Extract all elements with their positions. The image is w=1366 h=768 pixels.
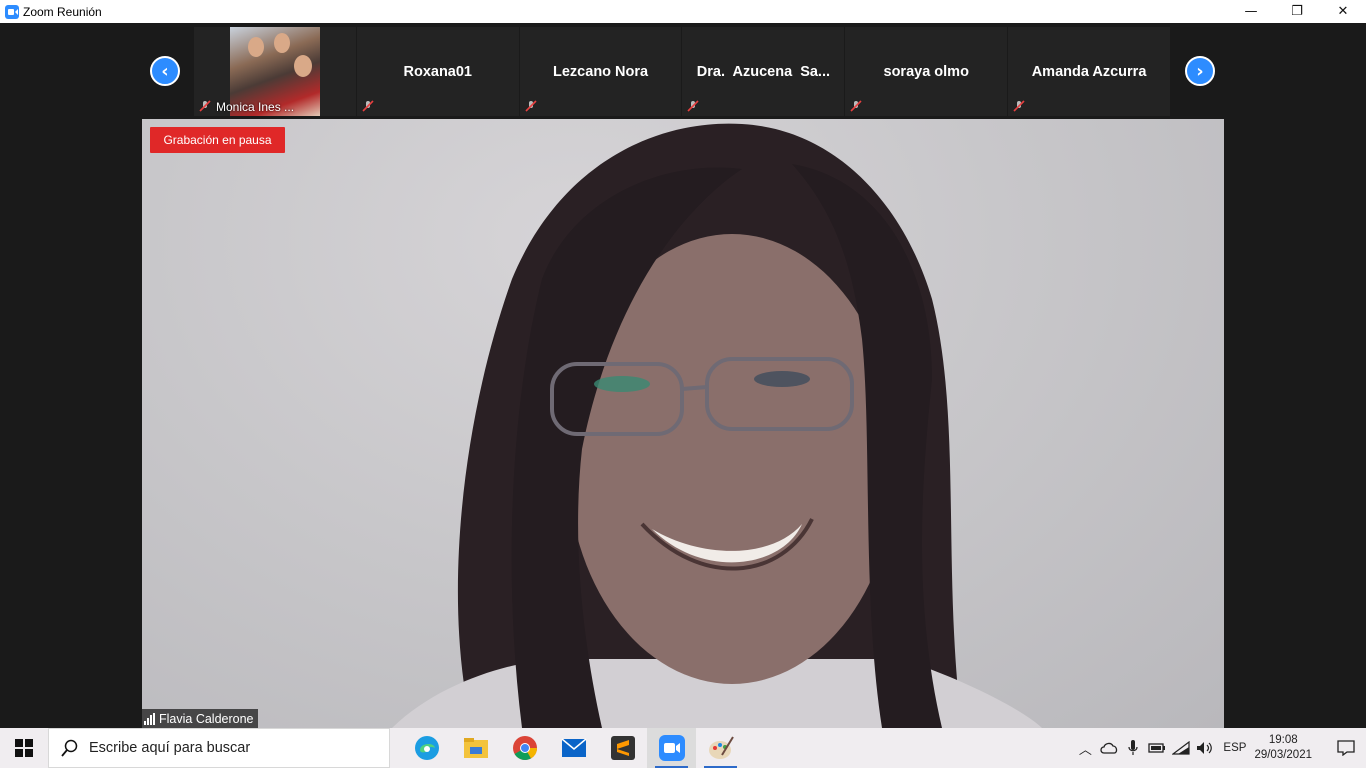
mail-icon [561,738,586,757]
restore-button[interactable]: ❐ [1274,0,1320,23]
participant-tile[interactable]: Amanda Azcurra [1008,27,1170,116]
participant-name: Roxana01 [403,63,472,80]
windows-logo-icon [15,739,33,757]
file-explorer-taskbar-button[interactable] [451,728,500,768]
notification-center-button[interactable] [1326,728,1366,768]
edge-icon [414,736,439,760]
muted-mic-icon [687,100,700,112]
speaker-video-frame [392,123,1042,728]
clock-date: 29/03/2021 [1254,749,1312,761]
participant-name: Dra. Azucena Sa... [696,63,831,80]
speaker-name-label: Flavia Calderone [142,709,258,728]
participant-strip: Monica Ines ... Roxana01 Lezcano Nora Dr… [194,27,1170,116]
paint-taskbar-button[interactable] [696,728,745,768]
participant-name: Monica Ines ... [216,100,295,114]
muted-mic-icon [199,100,211,112]
search-icon [61,739,78,757]
chrome-icon [512,736,537,761]
window-title: Zoom Reunión [23,4,102,19]
participant-tile[interactable]: Dra. Azucena Sa... [682,27,845,116]
windows-taskbar: Escribe aquí para buscar ︿ ESP 19:08 29/… [0,728,1366,768]
participant-name: Amanda Azcurra [1031,63,1147,80]
minimize-button[interactable]: — [1228,0,1274,23]
zoom-taskbar-button[interactable] [647,728,696,768]
zoom-icon [658,735,685,761]
volume-icon[interactable] [1193,728,1217,768]
muted-mic-icon [1013,100,1025,112]
recording-paused-badge[interactable]: Grabación en pausa [150,127,285,153]
window-controls: — ❐ ✕ [1228,0,1366,23]
participant-tile[interactable]: soraya olmo [845,27,1008,116]
speaker-name: Flavia Calderone [159,711,254,726]
participant-tile[interactable]: Monica Ines ... [194,27,356,116]
onedrive-cloud-icon[interactable] [1097,728,1121,768]
search-placeholder: Escribe aquí para buscar [89,740,251,756]
battery-icon[interactable] [1145,728,1169,768]
next-page-button[interactable]: › [1185,56,1215,86]
sublime-taskbar-button[interactable] [598,728,647,768]
participant-tile[interactable]: Lezcano Nora [519,27,682,116]
meeting-area: ‹ Monica Ines ... Roxana01 Lezcano Nora [0,23,1366,728]
active-speaker-video[interactable]: Grabación en pausa Flavia Calderone [142,119,1224,728]
muted-mic-icon [525,100,537,112]
taskbar-clock[interactable]: 19:08 29/03/2021 [1254,733,1312,763]
file-explorer-icon [463,738,488,758]
previous-page-button[interactable]: ‹ [150,56,180,86]
input-language-indicator[interactable]: ESP [1223,742,1246,754]
participant-name: Lezcano Nora [553,63,649,80]
chevron-up-icon[interactable]: ︿ [1073,728,1097,768]
sublime-icon [610,736,635,760]
window-titlebar: Zoom Reunión — ❐ ✕ [0,0,1366,23]
clock-time: 19:08 [1268,734,1298,746]
system-tray: ︿ ESP 19:08 29/03/2021 [1073,728,1366,768]
connection-signal-icon [144,712,155,725]
notification-icon [1337,740,1355,756]
microphone-icon[interactable] [1121,728,1145,768]
wifi-icon[interactable] [1169,728,1193,768]
taskbar-search-box[interactable]: Escribe aquí para buscar [48,728,390,768]
close-button[interactable]: ✕ [1320,0,1366,23]
edge-taskbar-button[interactable] [402,728,451,768]
participant-name: soraya olmo [883,63,969,80]
participant-tile[interactable]: Roxana01 [356,27,519,116]
chrome-taskbar-button[interactable] [500,728,549,768]
mail-taskbar-button[interactable] [549,728,598,768]
muted-mic-icon [362,100,374,112]
muted-mic-icon [850,100,862,112]
zoom-app-icon [5,4,19,19]
start-button[interactable] [0,728,48,768]
paint-icon [708,736,734,759]
